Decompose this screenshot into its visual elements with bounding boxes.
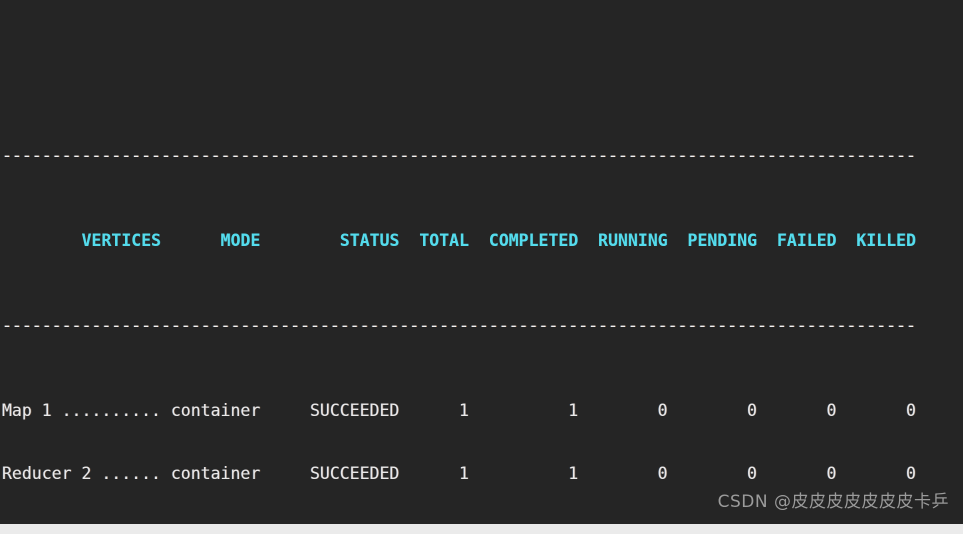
table-row: Reducer 2 ...... container SUCCEEDED 1 1…: [2, 464, 916, 484]
tez-separator-top: ----------------------------------------…: [2, 146, 916, 166]
tez-column-header: VERTICES MODE STATUS TOTAL COMPLETED RUN…: [2, 231, 916, 251]
terminal-screen: ----------------------------------------…: [0, 0, 963, 534]
watermark: CSDN @皮皮皮皮皮皮皮卡乒: [717, 492, 949, 512]
top-padding: [0, 64, 963, 82]
table-row: Map 1 .......... container SUCCEEDED 1 1…: [2, 400, 916, 420]
bottom-bar: [0, 524, 963, 534]
terminal-window: ----------------------------------------…: [0, 0, 963, 534]
tez-separator-mid: ----------------------------------------…: [2, 315, 916, 335]
